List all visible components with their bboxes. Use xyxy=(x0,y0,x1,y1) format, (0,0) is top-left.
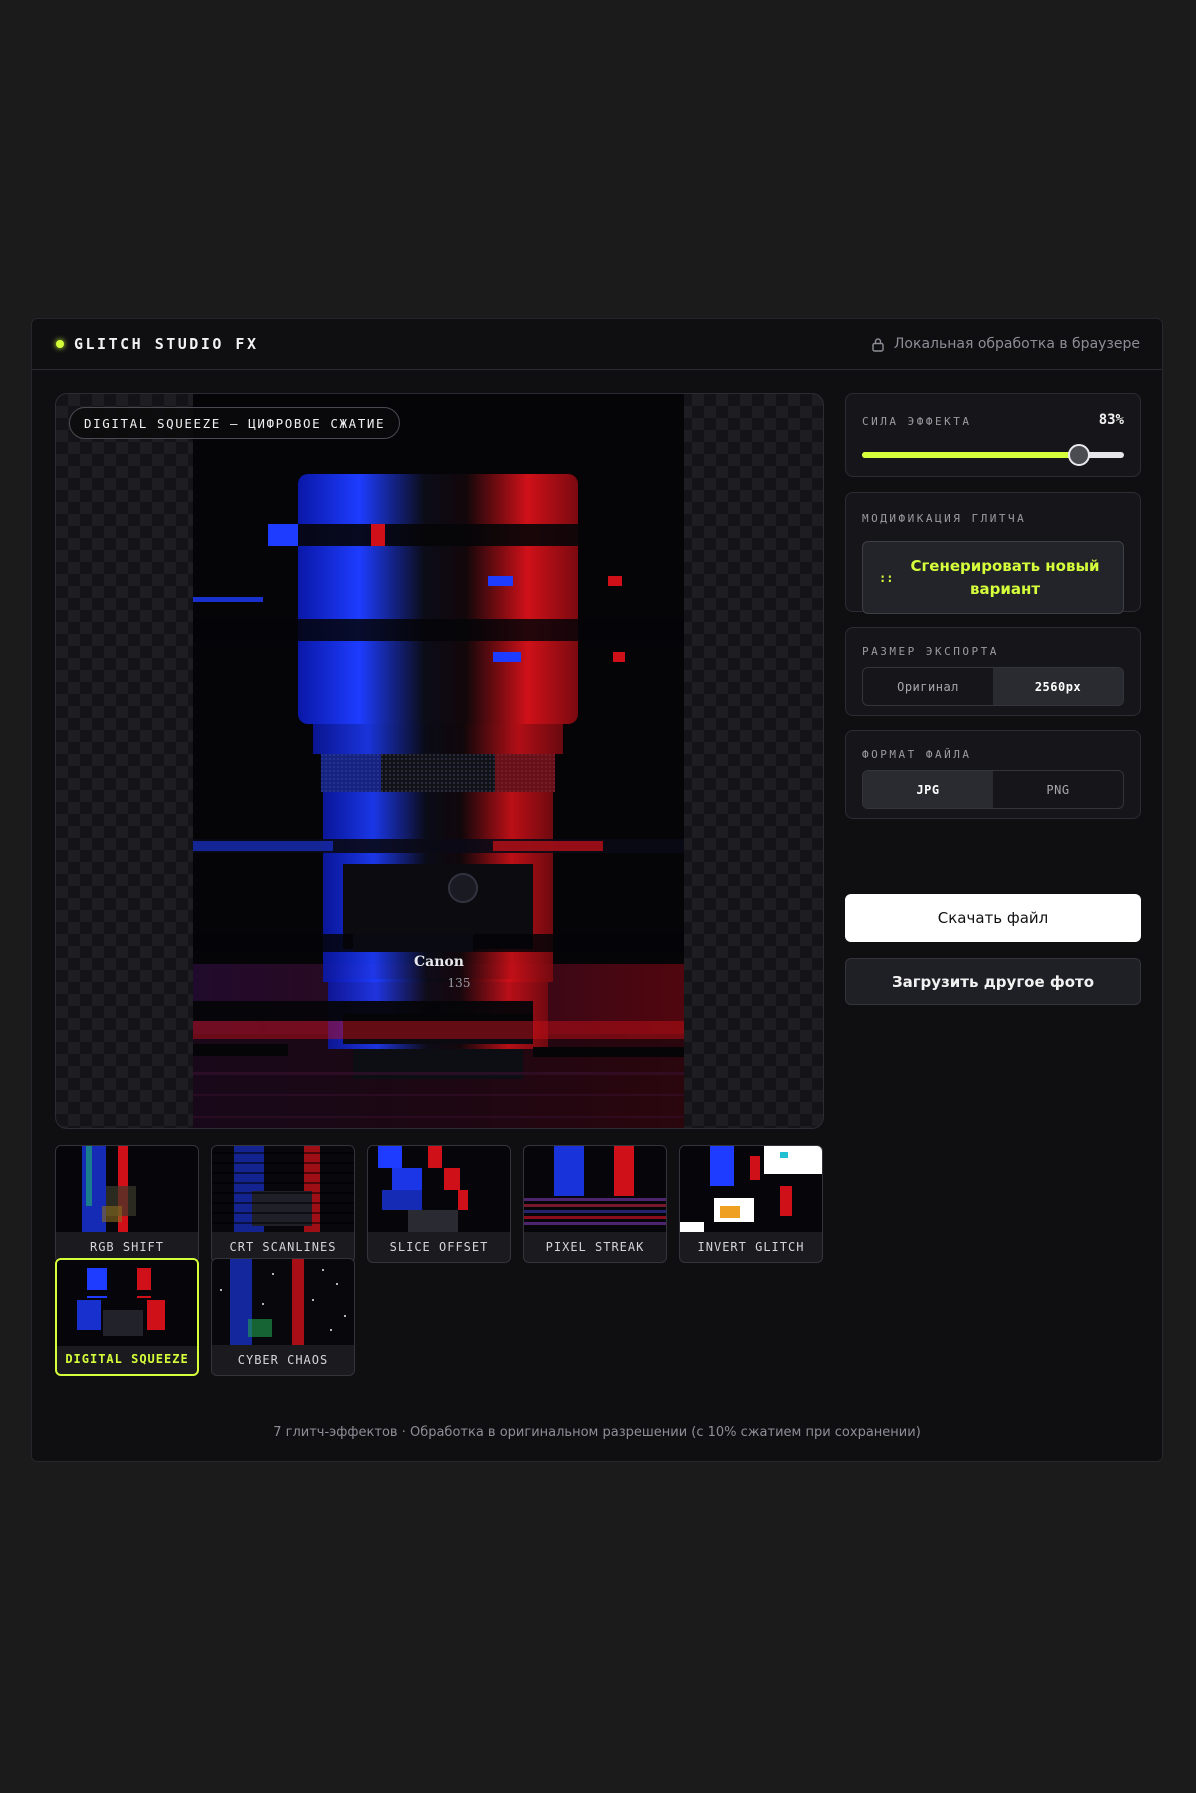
shuffle-icon: :: xyxy=(879,570,894,585)
export-size-2560[interactable]: 2560px xyxy=(993,668,1123,705)
effect-thumb-label: CYBER CHAOS xyxy=(237,1353,329,1367)
export-size-panel: РАЗМЕР ЭКСПОРТА Оригинал 2560px xyxy=(845,627,1141,716)
export-size-original[interactable]: Оригинал xyxy=(863,668,993,705)
lens-model-text: 135 xyxy=(448,976,471,990)
effect-preview-image xyxy=(57,1260,197,1346)
current-effect-badge: DIGITAL SQUEEZE — ЦИФРОВОЕ СЖАТИЕ xyxy=(69,407,401,439)
lock-icon xyxy=(871,337,885,352)
file-format-title: ФОРМАТ ФАЙЛА xyxy=(862,748,972,761)
preview-canvas[interactable]: Canon 135 DIGITAL SQUEEZE — ЦИФРОВОЕ СЖА… xyxy=(55,393,824,1129)
effect-thumb-label: INVERT GLITCH xyxy=(697,1240,805,1254)
effect-thumb-invert-glitch[interactable]: INVERT GLITCH xyxy=(679,1145,823,1263)
lens-brand-text: Canon xyxy=(414,954,464,970)
effect-preview-image xyxy=(56,1146,198,1232)
file-format-toggle: JPG PNG xyxy=(862,770,1124,809)
footer-note: 7 глитч-эффектов · Обработка в оригиналь… xyxy=(273,1425,921,1440)
local-processing-text: Локальная обработка в браузере xyxy=(893,336,1140,352)
strength-value: 83% xyxy=(1098,412,1124,428)
generate-variant-label: Сгенерировать новый вариант xyxy=(910,556,1100,598)
status-dot-icon xyxy=(56,340,64,348)
effect-thumb-label: PIXEL STREAK xyxy=(545,1240,645,1254)
effect-preview-image xyxy=(524,1146,666,1232)
local-processing-note: Локальная обработка в браузере xyxy=(871,336,1140,352)
brand: GLITCH STUDIO FX xyxy=(56,335,259,353)
generate-variant-button[interactable]: :: Сгенерировать новый вариант xyxy=(862,541,1124,614)
effect-thumb-rgb-shift[interactable]: RGB SHIFT xyxy=(55,1145,199,1263)
effect-preview-image xyxy=(212,1146,354,1232)
export-size-title: РАЗМЕР ЭКСПОРТА xyxy=(862,645,999,658)
effect-preview-image xyxy=(368,1146,510,1232)
effect-thumb-pixel-streak[interactable]: PIXEL STREAK xyxy=(523,1145,667,1263)
export-size-toggle: Оригинал 2560px xyxy=(862,667,1124,706)
strength-panel: СИЛА ЭФФЕКТА 83% xyxy=(845,393,1141,477)
effect-thumb-label: RGB SHIFT xyxy=(89,1240,165,1254)
effect-thumb-cyber-chaos[interactable]: CYBER CHAOS xyxy=(211,1258,355,1376)
glitched-photo: Canon 135 xyxy=(193,394,684,1128)
effect-thumb-slice-offset[interactable]: SLICE OFFSET xyxy=(367,1145,511,1263)
strength-slider[interactable] xyxy=(862,444,1124,466)
strength-slider-fill xyxy=(862,452,1080,458)
upload-another-photo-button[interactable]: Загрузить другое фото xyxy=(845,958,1141,1005)
effect-thumb-label: SLICE OFFSET xyxy=(389,1240,489,1254)
strength-title: СИЛА ЭФФЕКТА xyxy=(862,415,972,428)
download-file-button[interactable]: Скачать файл xyxy=(845,894,1141,942)
file-format-panel: ФОРМАТ ФАЙЛА JPG PNG xyxy=(845,730,1141,819)
effect-thumb-crt-scanlines[interactable]: CRT SCANLINES xyxy=(211,1145,355,1263)
app-title: GLITCH STUDIO FX xyxy=(74,335,259,353)
strength-slider-handle[interactable] xyxy=(1068,444,1091,466)
effect-thumb-digital-squeeze[interactable]: DIGITAL SQUEEZE xyxy=(55,1258,199,1376)
effect-preview-image xyxy=(212,1259,354,1345)
glitch-modify-panel: МОДИФИКАЦИЯ ГЛИТЧА :: Сгенерировать новы… xyxy=(845,492,1141,614)
file-format-jpg[interactable]: JPG xyxy=(863,771,993,808)
top-bar: GLITCH STUDIO FX Локальная обработка в б… xyxy=(32,319,1162,370)
effect-thumb-label: CRT SCANLINES xyxy=(229,1240,337,1254)
effect-thumb-label: DIGITAL SQUEEZE xyxy=(65,1352,189,1366)
glitch-studio-window: GLITCH STUDIO FX Локальная обработка в б… xyxy=(31,318,1163,1462)
glitch-modify-title: МОДИФИКАЦИЯ ГЛИТЧА xyxy=(862,512,1027,525)
effect-preview-image xyxy=(680,1146,822,1232)
file-format-png[interactable]: PNG xyxy=(993,771,1123,808)
